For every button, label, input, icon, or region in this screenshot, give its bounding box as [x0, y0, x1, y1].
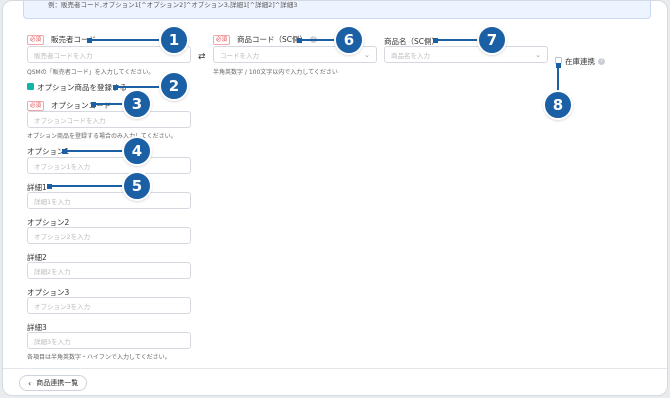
chevron-left-icon: ‹ — [28, 378, 32, 388]
callout-anchor — [47, 183, 52, 189]
callout-line — [435, 39, 481, 41]
detail3-input[interactable]: 詳細3を入力 — [27, 332, 191, 349]
product-code-hint: 半角英数字 / 100文字以内で入力してください — [213, 69, 338, 76]
callout-anchor — [433, 37, 438, 43]
callout-badge-1: 1 — [159, 25, 189, 55]
required-badge: 必須 — [213, 34, 231, 45]
form-panel: 例：販売者コード,オプション1[^オプション2]^オプション3,詳細1[^詳細2… — [2, 0, 668, 396]
register-option-checkbox[interactable] — [27, 83, 34, 90]
callout-line — [49, 185, 125, 187]
question-circle-icon[interactable]: ? — [598, 58, 605, 65]
callout-badge-8: 8 — [543, 90, 573, 120]
banner-example: 例：販売者コード,オプション1[^オプション2]^オプション3,詳細1[^詳細2… — [48, 1, 298, 9]
option-code-label: 必須 オプションコード — [27, 100, 111, 111]
option-code-hint: オプション商品を登録する場合のみ入力してください。 — [27, 133, 177, 140]
seller-code-label: 必須 販売者コード — [27, 34, 96, 45]
callout-anchor — [113, 84, 118, 90]
callout-badge-5: 5 — [122, 171, 152, 201]
required-badge: 必須 — [27, 34, 45, 45]
option2-input[interactable]: オプション2を入力 — [27, 227, 191, 244]
footer-divider — [3, 368, 667, 369]
option-code-input[interactable]: オプションコードを入力 — [27, 111, 191, 128]
callout-badge-4: 4 — [122, 136, 152, 166]
seller-code-hint: QSMの「販売者コード」を入力してください。 — [27, 69, 155, 76]
option3-input[interactable]: オプション3を入力 — [27, 297, 191, 314]
callout-anchor — [555, 63, 561, 68]
back-to-list-button[interactable]: ‹ 商品連携一覧 — [19, 375, 88, 391]
stock-sync-label: 在庫連携 ? — [565, 56, 605, 67]
option1-input[interactable]: オプション1を入力 — [27, 157, 191, 174]
info-banner: 例：販売者コード,オプション1[^オプション2]^オプション3,詳細1[^詳細2… — [23, 1, 651, 19]
product-name-select[interactable]: 商品名を入力 ⌄ — [384, 46, 548, 63]
callout-badge-6: 6 — [334, 25, 364, 55]
callout-line — [64, 150, 126, 152]
chevron-down-icon: ⌄ — [535, 50, 541, 59]
callout-badge-3: 3 — [122, 89, 152, 119]
callout-line — [115, 86, 163, 88]
callout-anchor — [297, 37, 302, 43]
detail1-input[interactable]: 詳細1を入力 — [27, 192, 191, 209]
callout-badge-2: 2 — [159, 71, 189, 101]
footnote: 各項目は半角英数字・ハイフンで入力してください。 — [27, 354, 171, 361]
callout-line — [93, 103, 125, 105]
detail2-input[interactable]: 詳細2を入力 — [27, 262, 191, 279]
chevron-down-icon: ⌄ — [364, 50, 370, 59]
callout-line — [299, 39, 337, 41]
callout-line — [89, 39, 163, 41]
swap-arrows-icon[interactable]: ⇄ — [198, 52, 206, 62]
callout-badge-7: 7 — [477, 25, 507, 55]
callout-anchor — [91, 101, 96, 107]
callout-anchor — [87, 37, 92, 43]
required-badge: 必須 — [27, 100, 45, 111]
callout-anchor — [62, 148, 67, 154]
